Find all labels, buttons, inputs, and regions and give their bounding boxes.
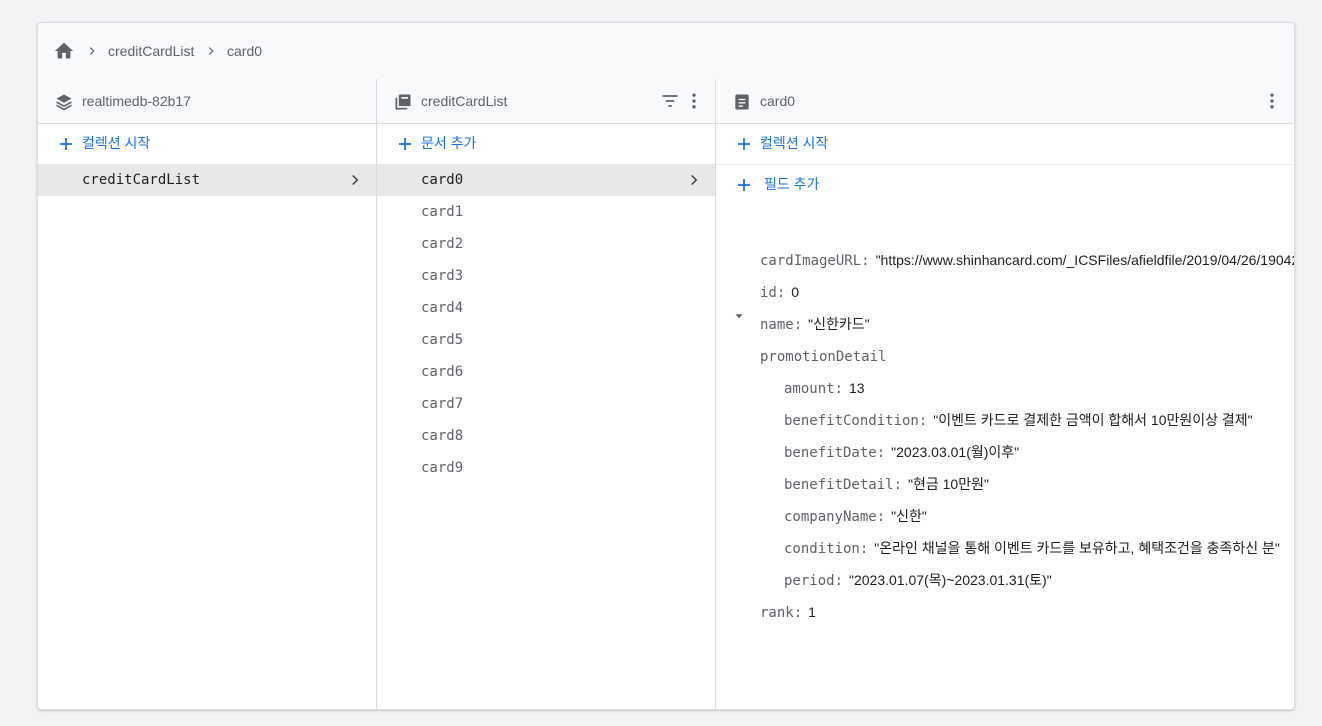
home-icon[interactable] bbox=[53, 40, 75, 62]
field-key: id: bbox=[760, 285, 786, 301]
list-item-label: card3 bbox=[421, 268, 464, 284]
field-row[interactable]: condition: "온라인 채널을 통해 이벤트 카드를 보유하고, 혜택조건… bbox=[784, 532, 1280, 564]
field-value: 13 bbox=[849, 380, 865, 396]
list-item-label: card1 bbox=[421, 204, 464, 220]
more-vert-icon[interactable] bbox=[684, 91, 704, 111]
breadcrumb-item-creditcardlist[interactable]: creditCardList bbox=[108, 43, 194, 60]
field-value: 0 bbox=[791, 284, 800, 300]
list-item-label: creditCardList bbox=[82, 172, 201, 188]
field-value: "신한카드" bbox=[808, 316, 870, 332]
field-row[interactable]: period: "2023.01.07(목)~2023.01.31(토)" bbox=[784, 564, 1052, 596]
list-item-card1[interactable]: card1 bbox=[377, 196, 715, 228]
list-item-card6[interactable]: card6 bbox=[377, 356, 715, 388]
database-icon bbox=[56, 94, 72, 111]
list-item-card4[interactable]: card4 bbox=[377, 292, 715, 324]
plus-icon bbox=[738, 138, 750, 150]
firestore-data-panel: creditCardList card0 realtimedb-82b17 컬렉… bbox=[37, 22, 1295, 710]
field-value: "이벤트 카드로 결제한 금액이 합해서 10만원이상 결제" bbox=[933, 412, 1253, 428]
plus-icon bbox=[60, 138, 72, 150]
field-key: promotionDetail bbox=[760, 349, 887, 365]
field-value: "온라인 채널을 통해 이벤트 카드를 보유하고, 혜택조건을 충족하신 분" bbox=[874, 540, 1280, 556]
root-column: realtimedb-82b17 컬렉션 시작 creditCardList bbox=[38, 79, 377, 709]
field-row[interactable]: benefitDate: "2023.03.01(월)이후" bbox=[784, 436, 1019, 468]
document-icon bbox=[735, 94, 749, 110]
list-item-card5[interactable]: card5 bbox=[377, 324, 715, 356]
chevron-right-icon bbox=[352, 174, 359, 186]
list-item-label: card6 bbox=[421, 364, 464, 380]
field-row[interactable]: name: "신한카드" bbox=[760, 308, 870, 340]
field-value: 1 bbox=[808, 604, 816, 620]
start-collection-label: 컬렉션 시작 bbox=[82, 135, 151, 151]
field-row[interactable]: companyName: "신한" bbox=[784, 500, 927, 532]
list-item-card8[interactable]: card8 bbox=[377, 420, 715, 452]
field-row[interactable]: cardImageURL: "https://www.shinhancard.co… bbox=[760, 244, 1294, 276]
field-key: benefitDate: bbox=[784, 445, 886, 461]
document-column-header: card0 bbox=[716, 79, 1294, 124]
chevron-right-icon bbox=[89, 47, 95, 55]
field-key: benefitCondition: bbox=[784, 413, 928, 429]
list-item-label: card7 bbox=[421, 396, 464, 412]
document-title: card0 bbox=[760, 93, 796, 109]
start-subcollection-button[interactable]: 컬렉션 시작 bbox=[716, 124, 1294, 165]
more-vert-icon[interactable] bbox=[1262, 91, 1282, 111]
add-document-label: 문서 추가 bbox=[421, 135, 477, 151]
plus-icon bbox=[738, 179, 750, 191]
field-row[interactable]: benefitCondition: "이벤트 카드로 결제한 금액이 합해서 10… bbox=[784, 404, 1253, 436]
field-row[interactable]: id: 0 bbox=[760, 276, 799, 308]
start-collection-button[interactable]: 컬렉션 시작 bbox=[38, 124, 376, 164]
list-item-label: card9 bbox=[421, 460, 464, 476]
field-value: "현금 10만원" bbox=[908, 476, 989, 492]
field-key: period: bbox=[784, 573, 844, 589]
chevron-right-icon bbox=[691, 174, 698, 186]
collapse-arrow-icon[interactable] bbox=[732, 309, 746, 323]
breadcrumb: creditCardList card0 bbox=[38, 23, 1294, 80]
list-item-label: card0 bbox=[421, 172, 464, 188]
add-field-button[interactable]: 필드 추가 bbox=[716, 165, 1294, 205]
field-row[interactable]: amount: 13 bbox=[784, 372, 865, 404]
field-key: companyName: bbox=[784, 509, 886, 525]
root-column-header: realtimedb-82b17 bbox=[38, 79, 376, 124]
root-title: realtimedb-82b17 bbox=[82, 93, 191, 109]
list-item-card7[interactable]: card7 bbox=[377, 388, 715, 420]
plus-icon bbox=[399, 138, 411, 150]
list-item-card9[interactable]: card9 bbox=[377, 452, 715, 484]
collection-column-header: creditCardList bbox=[377, 79, 715, 124]
collection-column: creditCardList 문서 추가 card0 card1 card2 card… bbox=[377, 79, 716, 709]
list-item-creditcardlist[interactable]: creditCardList bbox=[38, 164, 376, 196]
field-key: cardImageURL: bbox=[760, 253, 870, 269]
filter-icon[interactable] bbox=[660, 91, 680, 111]
list-item-label: card2 bbox=[421, 236, 464, 252]
field-row[interactable]: benefitDetail: "현금 10만원" bbox=[784, 468, 989, 500]
field-row[interactable]: promotionDetail bbox=[760, 340, 886, 372]
list-item-card0[interactable]: card0 bbox=[377, 164, 715, 196]
field-key: benefitDetail: bbox=[784, 477, 903, 493]
collection-icon bbox=[395, 94, 411, 110]
field-value: "신한" bbox=[891, 508, 927, 524]
list-item-label: card5 bbox=[421, 332, 464, 348]
add-field-label: 필드 추가 bbox=[764, 176, 820, 192]
field-key: amount: bbox=[784, 381, 844, 397]
field-key: name: bbox=[760, 317, 803, 333]
start-subcollection-label: 컬렉션 시작 bbox=[760, 135, 829, 151]
field-key: condition: bbox=[784, 541, 869, 557]
chevron-right-icon bbox=[208, 47, 214, 55]
list-item-card2[interactable]: card2 bbox=[377, 228, 715, 260]
list-item-label: card4 bbox=[421, 300, 464, 316]
document-column: card0 컬렉션 시작 필드 추가 cardImageURL: "https:/… bbox=[716, 79, 1294, 709]
add-document-button[interactable]: 문서 추가 bbox=[377, 124, 715, 164]
list-item-label: card8 bbox=[421, 428, 464, 444]
field-row[interactable]: rank: 1 bbox=[760, 596, 816, 628]
breadcrumb-item-card0[interactable]: card0 bbox=[227, 43, 262, 60]
field-key: rank: bbox=[760, 605, 803, 621]
collection-title: creditCardList bbox=[421, 93, 508, 109]
field-value: "2023.01.07(목)~2023.01.31(토)" bbox=[849, 572, 1052, 588]
field-value: "2023.03.01(월)이후" bbox=[891, 444, 1020, 460]
field-value: "https://www.shinhancard.com/_ICSFiles/a… bbox=[875, 252, 1294, 268]
list-item-card3[interactable]: card3 bbox=[377, 260, 715, 292]
